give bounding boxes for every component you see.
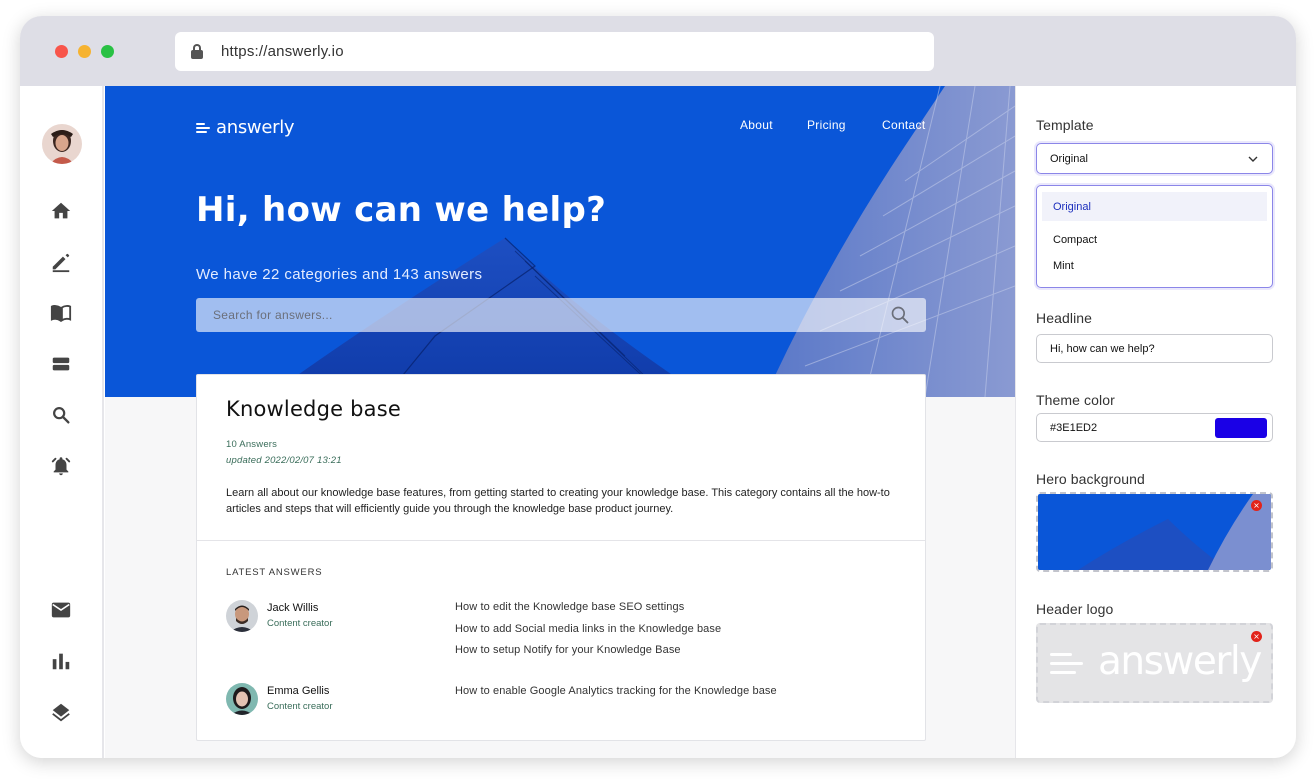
hero-headline: Hi, how can we help?	[196, 190, 607, 230]
user-avatar[interactable]	[42, 124, 82, 164]
category-description: Learn all about our knowledge base featu…	[226, 487, 890, 515]
logo-lines-icon	[196, 122, 212, 134]
template-option-compact[interactable]: Compact	[1042, 225, 1267, 254]
hero-subtitle: We have 22 categories and 143 answers	[196, 266, 483, 283]
address-bar[interactable]: https://answerly.io	[175, 32, 934, 71]
search-placeholder: Search for answers...	[213, 308, 333, 322]
browser-window: https://answerly.io answerly About Prici…	[20, 16, 1296, 758]
template-select[interactable]: Original	[1036, 143, 1273, 174]
logo-text: answerly	[216, 117, 295, 138]
layers-icon[interactable]	[50, 701, 72, 723]
theme-color-input[interactable]: #3E1ED2	[1036, 413, 1273, 442]
maximize-window-button[interactable]	[101, 45, 114, 58]
logo-lines-icon	[1050, 653, 1084, 675]
nav-about-link[interactable]: About	[740, 118, 773, 132]
minimize-window-button[interactable]	[78, 45, 91, 58]
header-logo-upload[interactable]: answerly ×	[1036, 623, 1273, 703]
settings-panel: Template Original Original Compact Mint …	[1015, 86, 1296, 758]
template-dropdown-menu: Original Compact Mint	[1036, 185, 1273, 288]
remove-header-logo-button[interactable]: ×	[1251, 631, 1262, 642]
knowledge-base-preview: answerly About Pricing Contact Hi, how c…	[105, 86, 1015, 758]
template-selected-value: Original	[1050, 153, 1088, 165]
browser-chrome: https://answerly.io	[20, 16, 1296, 86]
category-title[interactable]: Knowledge base	[226, 397, 401, 421]
header-logo-label: Header logo	[1036, 601, 1114, 617]
remove-hero-background-button[interactable]: ×	[1251, 500, 1262, 511]
answer-link[interactable]: How to edit the Knowledge base SEO setti…	[455, 601, 684, 613]
hero-background-upload[interactable]: ×	[1036, 492, 1273, 572]
edit-icon[interactable]	[50, 251, 72, 273]
answer-link[interactable]: How to add Social media links in the Kno…	[455, 623, 721, 635]
author-role: Content creator	[267, 701, 333, 712]
app-sidebar	[20, 86, 104, 758]
template-option-original[interactable]: Original	[1042, 192, 1267, 221]
theme-color-label: Theme color	[1036, 392, 1115, 408]
category-card[interactable]: Knowledge base 10 Answers updated 2022/0…	[196, 374, 926, 741]
lock-icon	[191, 44, 203, 59]
theme-color-value: #3E1ED2	[1050, 422, 1098, 434]
bar-chart-icon[interactable]	[50, 650, 72, 672]
headline-label: Headline	[1036, 310, 1093, 326]
hero-background-thumbnail	[1038, 494, 1271, 570]
book-icon[interactable]	[50, 302, 72, 324]
nav-contact-link[interactable]: Contact	[882, 118, 925, 132]
answer-link[interactable]: How to enable Google Analytics tracking …	[455, 685, 777, 697]
storage-icon[interactable]	[50, 353, 72, 375]
header-logo[interactable]: answerly	[196, 117, 295, 138]
headline-input[interactable]: Hi, how can we help?	[1036, 334, 1273, 363]
updated-timestamp: updated 2022/02/07 13:21	[226, 455, 342, 466]
header-logo-preview-text: answerly	[1098, 639, 1262, 684]
search-icon[interactable]	[890, 305, 910, 325]
hero-section: answerly About Pricing Contact Hi, how c…	[105, 86, 1015, 397]
hero-background-label: Hero background	[1036, 471, 1145, 487]
close-window-button[interactable]	[55, 45, 68, 58]
answer-link[interactable]: How to setup Notify for your Knowledge B…	[455, 644, 681, 656]
nav-pricing-link[interactable]: Pricing	[807, 118, 846, 132]
headline-value: Hi, how can we help?	[1050, 343, 1155, 355]
chevron-down-icon	[1248, 156, 1258, 162]
author-name[interactable]: Emma Gellis	[267, 685, 329, 697]
mail-icon[interactable]	[50, 599, 72, 621]
latest-answers-heading: LATEST ANSWERS	[226, 567, 323, 578]
answer-count: 10 Answers	[226, 439, 278, 450]
home-icon[interactable]	[50, 200, 72, 222]
author-avatar	[226, 683, 258, 715]
color-swatch[interactable]	[1215, 418, 1267, 438]
template-option-mint[interactable]: Mint	[1042, 251, 1267, 280]
author-role: Content creator	[267, 618, 333, 629]
author-name[interactable]: Jack Willis	[267, 602, 318, 614]
search-input[interactable]: Search for answers...	[196, 298, 926, 332]
author-avatar	[226, 600, 258, 632]
template-label: Template	[1036, 117, 1094, 133]
alarm-icon[interactable]	[50, 455, 72, 477]
url-text: https://answerly.io	[221, 43, 344, 60]
search-icon[interactable]	[50, 404, 72, 426]
divider	[197, 540, 925, 541]
